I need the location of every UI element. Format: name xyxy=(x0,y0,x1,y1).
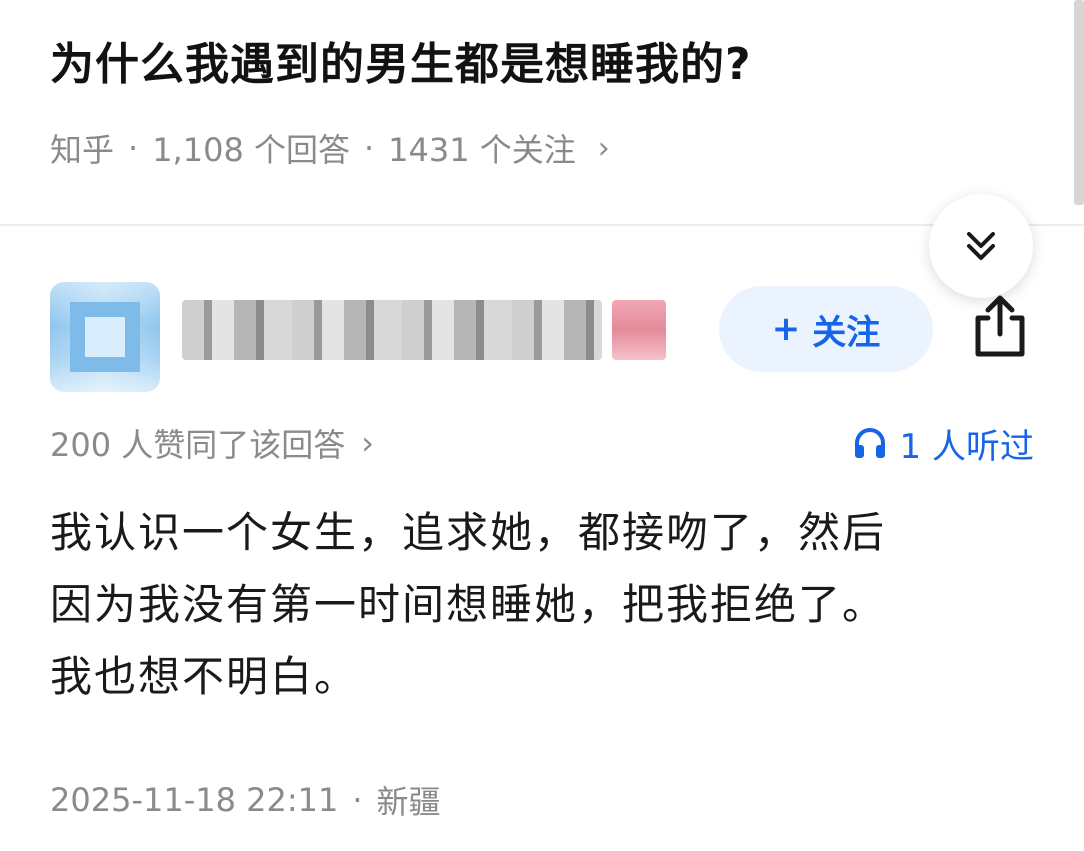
footer-separator: · xyxy=(352,781,363,819)
expand-down-icon xyxy=(967,232,995,260)
endorse-info[interactable]: 200 人赞同了该回答 › xyxy=(50,420,374,466)
answers-count: 1,108 个回答 xyxy=(152,131,350,169)
timestamp: 2025-11-18 22:11 xyxy=(50,781,339,819)
source-label: 知乎 xyxy=(50,131,115,169)
headphones-icon xyxy=(854,428,885,458)
author-name-blurred[interactable] xyxy=(182,300,602,360)
scrollbar[interactable] xyxy=(1074,0,1084,205)
answer-footer: 2025-11-18 22:11 · 新疆 xyxy=(50,776,441,824)
meta-separator: · xyxy=(363,129,375,167)
endorse-text: 200 人赞同了该回答 xyxy=(50,426,346,464)
listen-button[interactable]: 1 人听过 xyxy=(852,420,1034,467)
share-icon[interactable] xyxy=(970,294,1030,360)
answer-content[interactable]: 我认识一个女生，追求她，都接吻了，然后 因为我没有第一时间想睡她，把我拒绝了。 … xyxy=(50,497,1040,713)
content-line: 我认识一个女生，追求她，都接吻了，然后 xyxy=(50,508,887,557)
avatar[interactable] xyxy=(50,282,160,392)
meta-separator: · xyxy=(128,129,139,167)
divider xyxy=(0,224,1084,226)
chevron-right-icon: › xyxy=(597,130,610,166)
chevron-right-icon: › xyxy=(361,424,375,462)
follow-label: 关注 xyxy=(812,312,881,353)
question-title[interactable]: 为什么我遇到的男生都是想睡我的? xyxy=(50,32,1050,98)
expand-button[interactable] xyxy=(929,194,1033,298)
question-meta[interactable]: 知乎 · 1,108 个回答 · 1431 个关注 › xyxy=(50,126,610,170)
followers-count: 1431 个关注 xyxy=(388,131,576,169)
location: 新疆 xyxy=(376,783,441,821)
content-line: 我也想不明白。 xyxy=(50,652,359,701)
author-badge-blurred xyxy=(612,300,666,360)
plus-icon: + xyxy=(771,309,801,349)
content-line: 因为我没有第一时间想睡她，把我拒绝了。 xyxy=(50,580,887,629)
listen-text: 1 人听过 xyxy=(899,426,1034,467)
follow-button[interactable]: + 关注 xyxy=(719,286,933,372)
